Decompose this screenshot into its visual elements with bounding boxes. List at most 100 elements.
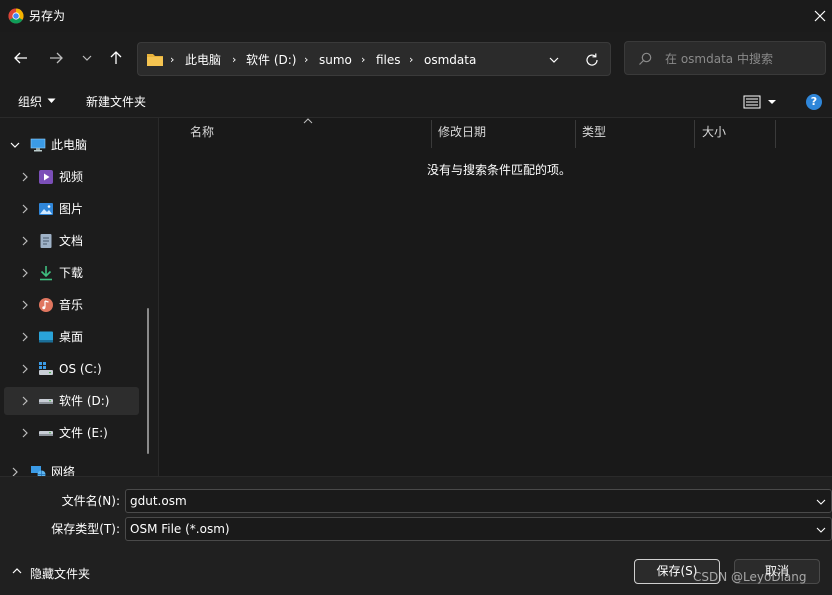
sidebar-item-drive-c[interactable]: OS (C:) [4, 355, 139, 383]
sidebar-item-label: 音乐 [59, 298, 84, 312]
chevron-right-icon[interactable] [20, 396, 30, 406]
drive-icon [39, 431, 53, 436]
desktop-icon [39, 331, 53, 343]
breadcrumb-separator: › [232, 53, 237, 66]
filename-value: gdut.osm [130, 494, 187, 508]
sidebar-item-desktop[interactable]: 桌面 [4, 323, 139, 351]
sidebar-item-label: 网络 [51, 465, 76, 476]
filetype-value: OSM File (*.osm) [130, 522, 230, 536]
computer-icon [30, 138, 46, 152]
column-header-name[interactable]: 名称 [190, 124, 214, 140]
refresh-icon[interactable] [583, 51, 601, 69]
chevron-right-icon[interactable] [20, 236, 30, 246]
sidebar-item-pictures[interactable]: 图片 [4, 195, 139, 223]
column-header-size[interactable]: 大小 [702, 124, 726, 140]
arrow-left-icon [14, 52, 27, 64]
column-header-type[interactable]: 类型 [582, 124, 606, 140]
hide-folders-label[interactable]: 隐藏文件夹 [30, 566, 90, 582]
search-input[interactable]: 在 osmdata 中搜索 [624, 41, 826, 75]
chevron-right-icon[interactable] [20, 204, 30, 214]
chevron-down-icon[interactable] [10, 140, 20, 150]
save-form: 文件名(N): gdut.osm 保存类型(T): OSM File (*.os… [0, 476, 832, 595]
chevron-right-icon[interactable] [20, 364, 30, 374]
breadcrumb-sumo[interactable]: sumo [319, 52, 352, 68]
sidebar-item-label: 文件 (E:) [59, 426, 108, 440]
filetype-label: 保存类型(T): [51, 522, 120, 536]
chevron-down-icon[interactable] [816, 526, 826, 534]
column-divider[interactable] [694, 120, 695, 148]
sidebar-item-label: 文档 [59, 234, 84, 248]
recent-locations-button[interactable] [75, 46, 99, 70]
help-icon[interactable]: ? [806, 94, 822, 110]
sidebar-scrollbar[interactable] [147, 308, 149, 454]
breadcrumb-separator: › [170, 53, 175, 66]
organize-caret-icon [47, 98, 56, 103]
navigation-pane: 此电脑 视频 图片 文档 下载 音乐 桌面 OS (C:) 软件 (D:) 文件… [0, 118, 158, 476]
chevron-right-icon[interactable] [20, 268, 30, 278]
watermark-text: CSDN @LeyoDiang [693, 570, 807, 584]
breadcrumb-files[interactable]: files [376, 52, 401, 68]
chrome-icon [8, 8, 24, 24]
close-button[interactable] [810, 6, 830, 26]
hide-folders-toggle[interactable] [12, 566, 22, 576]
search-icon [639, 52, 652, 65]
sidebar-item-music[interactable]: 音乐 [4, 291, 139, 319]
back-button[interactable] [9, 46, 33, 70]
sidebar-item-label: OS (C:) [59, 362, 102, 376]
breadcrumb-this-pc[interactable]: 此电脑 [185, 52, 221, 68]
network-icon [31, 466, 46, 476]
up-button[interactable] [104, 46, 128, 70]
file-list: 名称 修改日期 类型 大小 没有与搜索条件匹配的项。 [159, 118, 832, 476]
chevron-up-icon [12, 568, 22, 574]
address-history-chevron-icon[interactable] [546, 52, 562, 68]
chevron-right-icon[interactable] [10, 467, 20, 476]
sidebar-item-drive-d[interactable]: 软件 (D:) [4, 387, 139, 415]
breadcrumb-osmdata[interactable]: osmdata [424, 52, 476, 68]
sidebar-item-label: 视频 [59, 170, 84, 184]
sidebar-item-label: 此电脑 [51, 138, 88, 152]
filename-label: 文件名(N): [61, 494, 120, 508]
sidebar-item-network[interactable]: 网络 [4, 458, 139, 476]
organize-button[interactable]: 组织 [18, 94, 42, 110]
arrow-up-icon [110, 51, 122, 64]
chevron-right-icon[interactable] [20, 300, 30, 310]
window-title: 另存为 [29, 9, 66, 23]
breadcrumb-separator: › [361, 53, 366, 66]
new-folder-button[interactable]: 新建文件夹 [86, 94, 146, 110]
sidebar-item-label: 下载 [59, 266, 84, 280]
sidebar-item-this-pc[interactable]: 此电脑 [4, 131, 139, 159]
breadcrumb-separator: › [409, 53, 414, 66]
sidebar-item-downloads[interactable]: 下载 [4, 259, 139, 287]
address-bar[interactable]: › 此电脑 › 软件 (D:) › sumo › files › osmdata [137, 42, 611, 76]
command-bar: 组织 新建文件夹 ? [0, 84, 832, 118]
arrow-right-icon [50, 52, 63, 64]
filename-input[interactable]: gdut.osm [125, 489, 832, 513]
title-bar: 另存为 [0, 0, 832, 32]
column-divider[interactable] [575, 120, 576, 148]
sidebar-item-drive-e[interactable]: 文件 (E:) [4, 419, 139, 447]
view-options-icon[interactable] [743, 94, 779, 110]
chevron-right-icon[interactable] [20, 172, 30, 182]
column-divider[interactable] [775, 120, 776, 148]
chevron-right-icon[interactable] [20, 428, 30, 438]
column-header-modified[interactable]: 修改日期 [438, 124, 486, 140]
chevron-down-icon[interactable] [816, 498, 826, 506]
drive-icon [39, 399, 53, 404]
empty-state-message: 没有与搜索条件匹配的项。 [427, 163, 572, 177]
column-divider[interactable] [431, 120, 432, 148]
breadcrumb-drive-d[interactable]: 软件 (D:) [246, 52, 296, 68]
close-icon [814, 10, 826, 22]
navigation-bar: › 此电脑 › 软件 (D:) › sumo › files › osmdata… [0, 32, 832, 84]
chevron-right-icon[interactable] [20, 332, 30, 342]
breadcrumb-separator: › [304, 53, 309, 66]
download-icon [40, 266, 52, 281]
document-icon [40, 234, 52, 248]
drive-c-icon [39, 362, 53, 375]
sidebar-item-label: 图片 [59, 202, 84, 216]
sidebar-item-videos[interactable]: 视频 [4, 163, 139, 191]
sidebar-item-documents[interactable]: 文档 [4, 227, 139, 255]
forward-button[interactable] [44, 46, 68, 70]
sidebar-item-label: 桌面 [59, 330, 84, 344]
picture-icon [39, 203, 53, 215]
filetype-select[interactable]: OSM File (*.osm) [125, 517, 832, 541]
